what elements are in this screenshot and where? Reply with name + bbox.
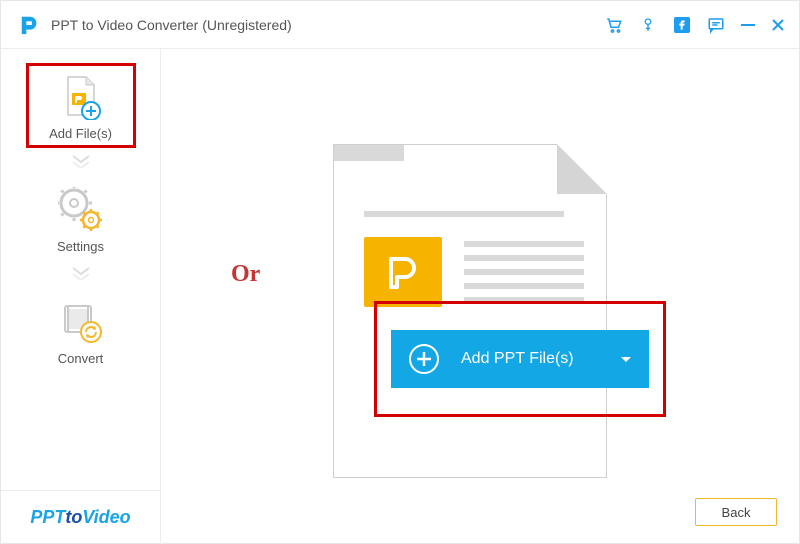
- key-icon[interactable]: [639, 16, 657, 34]
- step-add-files[interactable]: Add File(s): [26, 63, 136, 148]
- titlebar-actions: [605, 1, 785, 49]
- add-ppt-button[interactable]: Add PPT File(s): [391, 330, 649, 388]
- app-title: PPT to Video Converter (Unregistered): [51, 17, 292, 33]
- plus-circle-icon: [409, 344, 439, 374]
- feedback-icon[interactable]: [707, 16, 725, 34]
- doc-line: [464, 241, 584, 247]
- convert-icon: [58, 299, 104, 345]
- step-settings-label: Settings: [57, 239, 104, 254]
- doc-line: [464, 255, 584, 261]
- ppt-badge-icon: [364, 237, 442, 307]
- add-file-icon: [58, 74, 104, 120]
- cart-icon[interactable]: [605, 16, 623, 34]
- doc-line: [464, 269, 584, 275]
- brand-part3: Video: [82, 507, 130, 528]
- caret-down-icon[interactable]: [621, 357, 631, 362]
- add-ppt-button-label: Add PPT File(s): [461, 350, 574, 368]
- dog-ear-icon: [557, 144, 607, 194]
- step-convert-label: Convert: [58, 351, 104, 366]
- brand-footer: PPT to Video: [1, 490, 160, 544]
- chevron-down-icon: [71, 266, 91, 285]
- back-button[interactable]: Back: [695, 498, 777, 526]
- or-annotation: Or: [231, 261, 260, 288]
- step-settings[interactable]: Settings: [26, 177, 136, 260]
- brand-part1: PPT: [30, 507, 65, 528]
- facebook-icon[interactable]: [673, 16, 691, 34]
- close-button[interactable]: [771, 16, 785, 34]
- settings-icon: [58, 187, 104, 233]
- minimize-button[interactable]: [741, 16, 755, 34]
- main-area: Add File(s): [1, 49, 799, 544]
- step-add-files-label: Add File(s): [49, 126, 112, 141]
- app-logo-icon: [19, 14, 41, 36]
- step-convert[interactable]: Convert: [26, 289, 136, 372]
- doc-title-bar: [334, 145, 404, 161]
- brand-part2: to: [65, 507, 82, 528]
- sidebar: Add File(s): [1, 49, 161, 544]
- content-area: Or Add PPT File(s): [161, 49, 799, 544]
- doc-line: [364, 211, 564, 217]
- back-button-label: Back: [722, 505, 751, 520]
- chevron-down-icon: [71, 154, 91, 173]
- doc-line: [464, 283, 584, 289]
- add-ppt-highlight: Add PPT File(s): [374, 301, 666, 417]
- step-list: Add File(s): [1, 49, 160, 490]
- titlebar: PPT to Video Converter (Unregistered): [1, 1, 799, 49]
